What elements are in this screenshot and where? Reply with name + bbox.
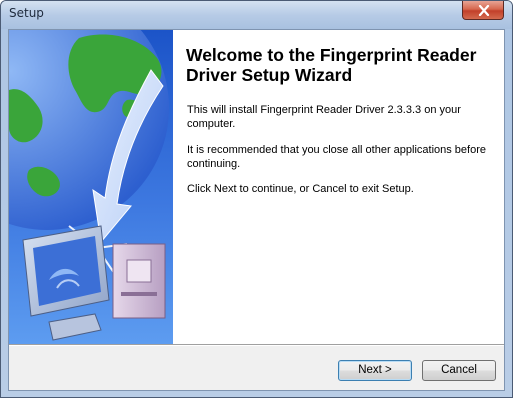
close-icon — [478, 5, 490, 16]
wizard-client-area: Welcome to the Fingerprint Reader Driver… — [8, 29, 505, 391]
wizard-content-panel: Welcome to the Fingerprint Reader Driver… — [173, 30, 504, 344]
button-area-separator — [9, 344, 504, 346]
close-apps-advice: It is recommended that you close all oth… — [187, 144, 486, 170]
wizard-side-graphic — [9, 30, 173, 344]
title-bar[interactable]: Setup — [1, 1, 512, 29]
close-button[interactable] — [462, 1, 504, 20]
next-button[interactable]: Next > — [338, 360, 412, 381]
window-title: Setup — [9, 6, 44, 20]
next-cancel-instructions: Click Next to continue, or Cancel to exi… — [187, 183, 414, 195]
setup-window: Setup Welcome to the Fingerprint Reader … — [0, 0, 513, 398]
wizard-heading: Welcome to the Fingerprint Reader Driver… — [186, 45, 477, 85]
install-description: This will install Fingerprint Reader Dri… — [187, 104, 461, 130]
cancel-button[interactable]: Cancel — [422, 360, 496, 381]
